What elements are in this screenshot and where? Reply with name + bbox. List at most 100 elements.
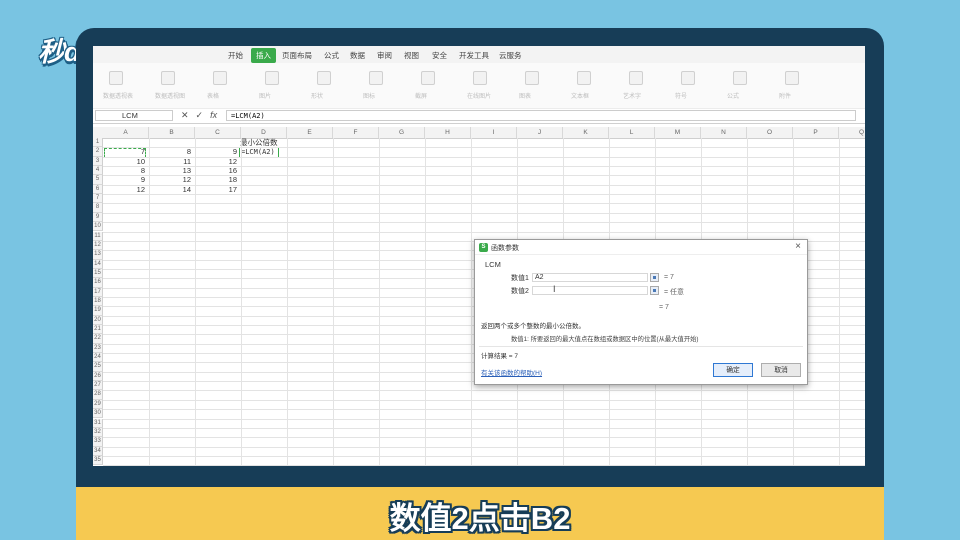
ribbon-tool-icon[interactable] [473, 71, 487, 85]
ribbon-tool-icon[interactable] [369, 71, 383, 85]
row-header-28[interactable]: 28 [93, 390, 103, 400]
arg1-range-picker-icon[interactable] [650, 273, 659, 282]
ribbon-tool-icon[interactable] [629, 71, 643, 85]
cell-C6[interactable]: 17 [197, 185, 237, 194]
menu-item-9[interactable]: 云服务 [499, 50, 522, 61]
arg1-input[interactable]: A2 [532, 273, 648, 282]
column-header-B[interactable]: B [149, 127, 195, 138]
row-header-27[interactable]: 27 [93, 381, 103, 391]
column-header-K[interactable]: K [563, 127, 609, 138]
row-header-31[interactable]: 31 [93, 418, 103, 428]
row-header-8[interactable]: 8 [93, 203, 103, 213]
row-header-22[interactable]: 22 [93, 334, 103, 344]
row-header-30[interactable]: 30 [93, 409, 103, 419]
cell-C2[interactable]: 9 [197, 147, 237, 156]
row-header-32[interactable]: 32 [93, 427, 103, 438]
row-header-34[interactable]: 34 [93, 446, 103, 456]
cell-A3[interactable]: 10 [105, 157, 145, 166]
row-header-6[interactable]: 6 [93, 184, 103, 195]
ribbon-tool-icon[interactable] [525, 71, 539, 85]
ribbon-tool-icon[interactable] [785, 71, 799, 85]
column-header-H[interactable]: H [425, 127, 471, 138]
column-header-O[interactable]: O [747, 127, 793, 138]
menu-item-5[interactable]: 审阅 [377, 50, 392, 61]
row-header-4[interactable]: 4 [93, 166, 103, 176]
cell-B3[interactable]: 11 [151, 157, 191, 166]
close-icon[interactable]: × [795, 241, 801, 252]
row-header-20[interactable]: 20 [93, 315, 103, 325]
row-header-2[interactable]: 2 [93, 147, 103, 157]
row-header-16[interactable]: 16 [93, 278, 103, 288]
menu-item-1[interactable]: 插入 [251, 48, 276, 63]
row-header-3[interactable]: 3 [93, 156, 103, 167]
row-header-35[interactable]: 35 [93, 455, 103, 466]
cell-B4[interactable]: 13 [151, 166, 191, 175]
cell-A4[interactable]: 8 [105, 166, 145, 175]
menu-item-2[interactable]: 页面布局 [282, 50, 312, 61]
column-header-L[interactable]: L [609, 127, 655, 138]
row-header-11[interactable]: 11 [93, 231, 103, 241]
ribbon-tool-icon[interactable] [421, 71, 435, 85]
cell-C4[interactable]: 16 [197, 166, 237, 175]
column-header-J[interactable]: J [517, 127, 563, 138]
cell-B6[interactable]: 14 [151, 185, 191, 194]
column-header-D[interactable]: D [241, 127, 287, 138]
menu-item-8[interactable]: 开发工具 [459, 50, 489, 61]
row-header-23[interactable]: 23 [93, 343, 103, 354]
column-header-A[interactable]: A [103, 127, 149, 138]
column-header-Q[interactable]: Q [839, 127, 865, 138]
ok-button[interactable]: 确定 [713, 363, 753, 377]
ribbon-tool-icon[interactable] [681, 71, 695, 85]
menu-item-4[interactable]: 数据 [350, 50, 365, 61]
menu-item-0[interactable]: 开始 [228, 50, 243, 61]
row-header-26[interactable]: 26 [93, 371, 103, 382]
row-header-14[interactable]: 14 [93, 259, 103, 269]
confirm-formula-icon[interactable]: ✓ [196, 110, 204, 120]
insert-function-icon[interactable]: fx [210, 110, 217, 120]
row-header-13[interactable]: 13 [93, 250, 103, 260]
column-header-M[interactable]: M [655, 127, 701, 138]
arg2-input[interactable] [532, 286, 648, 295]
ribbon-tool-icon[interactable] [317, 71, 331, 85]
column-header-G[interactable]: G [379, 127, 425, 138]
cancel-button[interactable]: 取消 [761, 363, 801, 377]
cell-C3[interactable]: 12 [197, 157, 237, 166]
row-header-17[interactable]: 17 [93, 287, 103, 297]
row-header-29[interactable]: 29 [93, 399, 103, 410]
row-header-12[interactable]: 12 [93, 240, 103, 251]
ribbon-tool-icon[interactable] [213, 71, 227, 85]
row-header-7[interactable]: 7 [93, 194, 103, 204]
ribbon-tool-icon[interactable] [161, 71, 175, 85]
cancel-formula-icon[interactable]: ✕ [181, 110, 189, 120]
row-header-21[interactable]: 21 [93, 325, 103, 335]
row-header-25[interactable]: 25 [93, 362, 103, 372]
row-header-15[interactable]: 15 [93, 268, 103, 279]
ribbon-tool-icon[interactable] [109, 71, 123, 85]
cell-C5[interactable]: 18 [197, 175, 237, 184]
column-header-I[interactable]: I [471, 127, 517, 138]
help-link[interactable]: 有关该函数的帮助(H) [481, 367, 542, 377]
cell-A5[interactable]: 9 [105, 175, 145, 184]
column-header-F[interactable]: F [333, 127, 379, 138]
cell-A2[interactable]: 7 [105, 147, 145, 156]
column-header-P[interactable]: P [793, 127, 839, 138]
column-header-N[interactable]: N [701, 127, 747, 138]
ribbon-tool-icon[interactable] [577, 71, 591, 85]
formula-input[interactable]: =LCM(A2) [226, 110, 856, 121]
cell-B5[interactable]: 12 [151, 175, 191, 184]
dialog-titlebar[interactable]: S 函数参数 × [475, 240, 807, 255]
row-header-1[interactable]: 1 [93, 138, 103, 148]
cell-A6[interactable]: 12 [105, 185, 145, 194]
row-header-9[interactable]: 9 [93, 212, 103, 223]
cell-B2[interactable]: 8 [151, 147, 191, 156]
menu-item-7[interactable]: 安全 [432, 50, 447, 61]
row-header-18[interactable]: 18 [93, 296, 103, 307]
row-header-5[interactable]: 5 [93, 175, 103, 185]
row-header-19[interactable]: 19 [93, 306, 103, 316]
row-header-33[interactable]: 33 [93, 437, 103, 447]
arg2-range-picker-icon[interactable] [650, 286, 659, 295]
menu-item-6[interactable]: 视图 [404, 50, 419, 61]
name-box[interactable]: LCM [95, 110, 173, 121]
column-header-C[interactable]: C [195, 127, 241, 138]
menu-item-3[interactable]: 公式 [324, 50, 339, 61]
